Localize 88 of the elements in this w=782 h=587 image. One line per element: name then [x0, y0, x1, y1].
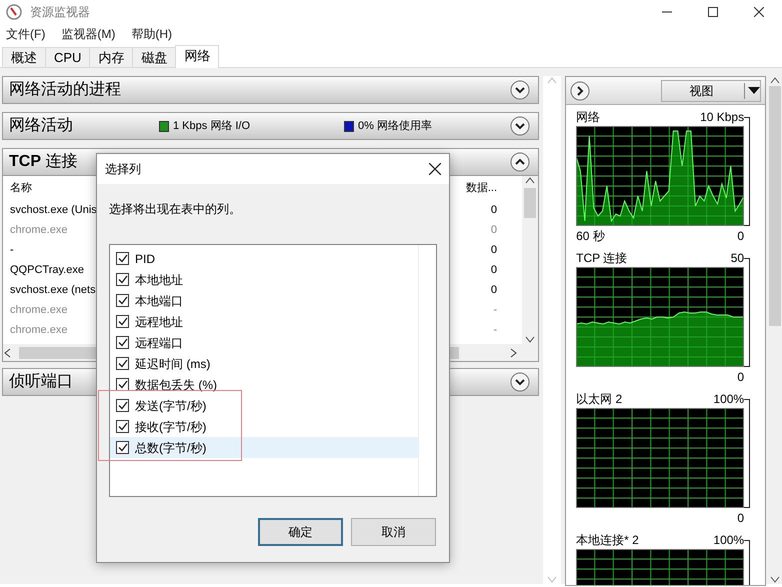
list-item[interactable]: 本地地址	[110, 269, 418, 290]
menu-item[interactable]: 文件(F)	[6, 25, 46, 43]
table-cell: chrome.exe	[10, 304, 68, 316]
scroll-down-icon[interactable]	[770, 576, 780, 584]
section-title: 侦听端口	[9, 373, 73, 390]
checkbox[interactable]	[116, 252, 129, 265]
checkbox[interactable]	[116, 378, 129, 391]
checkbox[interactable]	[116, 399, 129, 412]
table-cell: 0	[490, 204, 497, 216]
list-item[interactable]: 远程端口	[110, 332, 418, 353]
tab[interactable]: CPU	[45, 47, 90, 67]
tab[interactable]: 磁盘	[132, 47, 176, 67]
column-list[interactable]: PID 本地地址 本地端口 远程地址 远程端口 延迟时间 (ms) 数据包丢失 (%) 发送(字节/秒) 接收(字节/秒) 总数(字节/秒)	[109, 244, 437, 497]
tab[interactable]: 网络	[175, 45, 220, 68]
scroll-up-icon[interactable]	[525, 176, 536, 184]
section-title: TCP 连接	[9, 153, 78, 170]
checkbox[interactable]	[116, 294, 129, 307]
close-icon[interactable]	[754, 7, 764, 17]
graph-title: TCP 连接	[576, 250, 628, 267]
graph-title: 网络	[576, 109, 600, 126]
table-cell: 0	[490, 224, 497, 236]
table-cell: 0	[490, 284, 497, 296]
maximize-icon[interactable]	[708, 7, 718, 17]
table-cell: chrome.exe	[10, 324, 68, 336]
scale-min-label: 0	[737, 228, 744, 245]
list-item[interactable]: 发送(字节/秒)	[110, 395, 418, 416]
time-span-label: 60 秒	[576, 228, 605, 245]
list-item[interactable]: 接收(字节/秒)	[110, 416, 418, 437]
list-item[interactable]: 数据包丢失 (%)	[110, 374, 418, 395]
table-cell: -	[493, 304, 497, 316]
scroll-thumb[interactable]	[769, 86, 782, 326]
app-icon	[6, 4, 22, 20]
table-cell: 0	[490, 244, 497, 256]
table-cell: -	[10, 244, 14, 256]
expand-icon[interactable]	[510, 372, 530, 392]
window-title: 资源监视器	[30, 4, 90, 21]
scale-max-label: 10 Kbps	[700, 109, 744, 126]
checkbox[interactable]	[116, 357, 129, 370]
scroll-left-icon[interactable]	[3, 348, 13, 358]
scale-max-label: 100%	[713, 391, 744, 408]
list-item[interactable]: 远程地址	[110, 311, 418, 332]
menu-item[interactable]: 帮助(H)	[131, 25, 172, 43]
list-item[interactable]: 延迟时间 (ms)	[110, 353, 418, 374]
column-header[interactable]: 数据...	[455, 180, 503, 196]
expand-icon[interactable]	[510, 80, 530, 100]
table-cell: QQPCTray.exe	[10, 264, 84, 276]
checkbox[interactable]	[116, 420, 129, 433]
close-icon[interactable]	[429, 163, 441, 175]
list-item[interactable]: 本地端口	[110, 290, 418, 311]
scale-max-label: 100%	[713, 532, 744, 549]
list-item[interactable]: 总数(字节/秒)	[110, 437, 418, 458]
table-cell: 0	[490, 264, 497, 276]
checkbox[interactable]	[116, 273, 129, 286]
menu-item[interactable]: 监视器(M)	[61, 25, 116, 43]
view-dropdown[interactable]: 视图	[661, 80, 762, 102]
checkbox[interactable]	[116, 336, 129, 349]
scroll-right-icon[interactable]	[508, 348, 518, 358]
legend-label: 0% 网络使用率	[358, 118, 432, 134]
legend-label: 1 Kbps 网络 I/O	[173, 118, 250, 134]
table-cell: svchost.exe (nets	[10, 284, 96, 296]
checkbox[interactable]	[116, 441, 129, 454]
dialog-button[interactable]: 确定	[258, 518, 343, 546]
dialog-title: 选择列	[105, 161, 141, 178]
section-title: 网络活动	[9, 117, 73, 134]
graph-title: 本地连接* 2	[576, 532, 639, 549]
tab[interactable]: 概述	[2, 47, 46, 67]
section-title: 网络活动的进程	[9, 81, 121, 98]
caret-icon	[748, 86, 760, 94]
table-cell: chrome.exe	[10, 224, 68, 236]
scale-min-label: 0	[737, 510, 744, 527]
checkbox[interactable]	[116, 315, 129, 328]
graph-title: 以太网 2	[576, 391, 622, 408]
tab[interactable]: 内存	[89, 47, 134, 67]
expand-icon[interactable]	[510, 116, 530, 136]
scroll-up-icon[interactable]	[770, 76, 780, 84]
collapse-icon[interactable]	[510, 152, 530, 172]
section-header[interactable]: 网络活动 1 Kbps 网络 I/O 0% 网络使用率	[2, 112, 540, 140]
list-item[interactable]: PID	[110, 248, 418, 269]
dialog-prompt: 选择将出现在表中的列。	[108, 201, 242, 218]
table-cell: svchost.exe (Unis	[10, 204, 97, 216]
scale-min-label: 0	[737, 369, 744, 386]
scale-max-label: 50	[730, 250, 744, 267]
dialog-button[interactable]: 取消	[351, 518, 436, 546]
scroll-down-icon[interactable]	[525, 336, 536, 344]
scroll-thumb[interactable]	[524, 188, 536, 218]
section-header[interactable]: 网络活动的进程	[2, 76, 540, 104]
table-cell: -	[493, 324, 497, 336]
expand-pane-icon[interactable]	[570, 80, 590, 100]
